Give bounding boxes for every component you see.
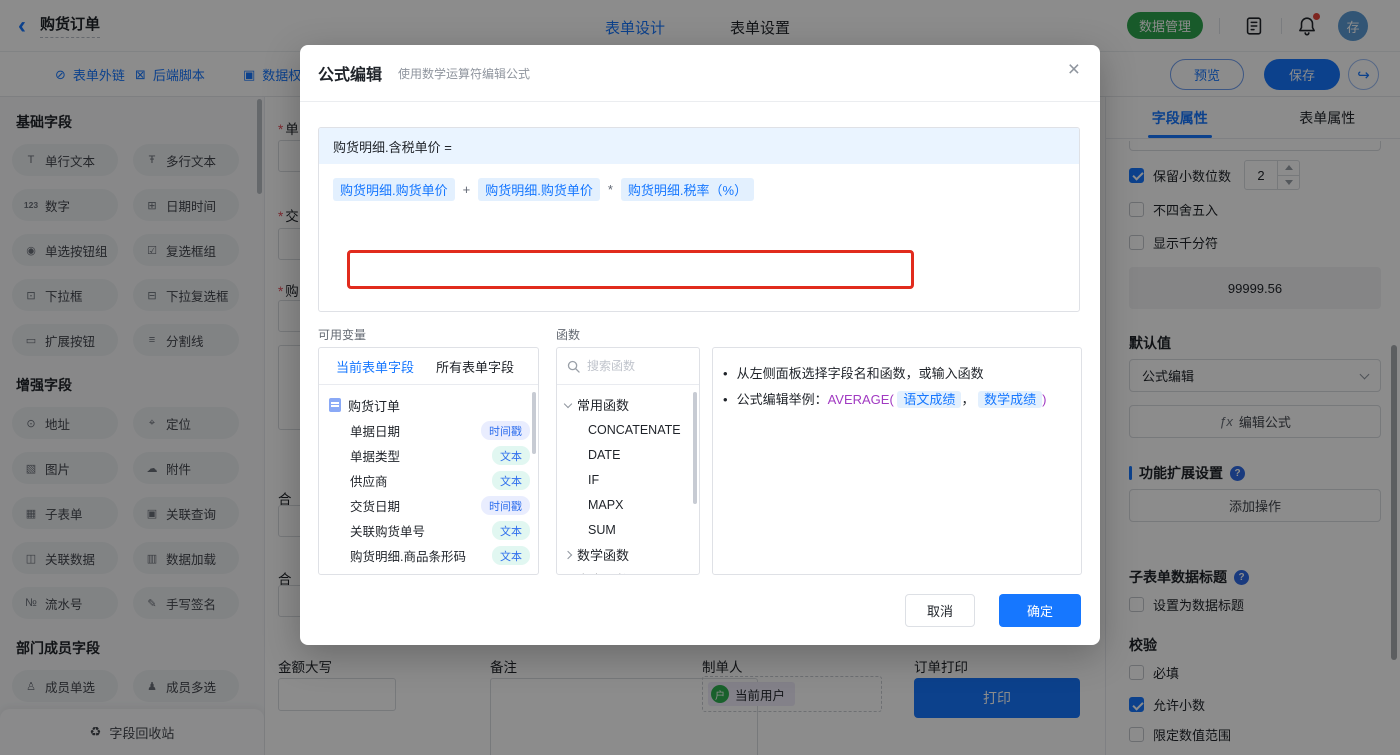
modal-subtitle: 使用数学运算符编辑公式 [398,66,531,81]
variable-name: 关联购货单号 [350,525,426,539]
variable-item[interactable]: 交货日期 时间戳 [329,493,530,518]
formula-help-panel: • 从左侧面板选择字段名和函数，或输入函数 • 公式编辑举例：AVERAGE( … [712,347,1082,575]
example-field-chip: 语文成绩 [897,391,962,408]
modal-title: 公式编辑 [318,67,383,84]
function-group-label: 文本函数 [577,570,629,574]
variables-panel: 当前表单字段 所有表单字段 购货订单 单据日期 时间戳 单据类型 文本 供应商 文本 … [318,347,539,575]
variable-item[interactable]: 单据日期 时间戳 [329,418,530,443]
function-item[interactable]: DATE [565,442,699,467]
formula-field-token[interactable]: 购货明细.税率（%） [620,178,755,201]
variable-name: 供应商 [350,475,388,489]
variable-name: 交货日期 [350,500,401,514]
variable-type-badge: 时间戳 [481,421,530,440]
formula-expression[interactable]: 购货明细.购货单价 + 购货明细.购货单价 * 购货明细.税率（%） [319,164,1079,215]
form-doc-icon [329,398,341,412]
function-group-math[interactable]: 数学函数 [563,542,699,567]
help-example-text: 公式编辑举例：AVERAGE( 语文成绩， 数学成绩) [736,391,1047,408]
confirm-button[interactable]: 确定 [999,594,1081,627]
example-field-chip: 数学成绩 [978,391,1043,408]
bullet-icon: • [723,366,728,381]
functions-panel: 常用函数 CONCATENATE DATE IF MAPX SUM 数学函数 文… [556,347,700,575]
formula-operator: + [462,182,471,197]
function-search-input[interactable] [587,359,679,373]
tab-current-form-fields[interactable]: 当前表单字段 [336,357,414,376]
function-group-text[interactable]: 文本函数 [565,567,699,574]
variable-name: 购货明细.商品条形码 [350,550,466,564]
variable-type-badge: 文本 [492,546,530,565]
variable-item[interactable]: 购货明细.商品条形码 文本 [329,543,530,568]
variable-root-label: 购货订单 [348,398,401,414]
annotation-red-box [347,250,914,289]
chevron-right-icon [563,550,573,559]
formula-field-token[interactable]: 购货明细.购货单价 [333,178,455,201]
function-group-common[interactable]: 常用函数 [563,392,699,417]
function-item[interactable]: SUM [565,517,699,542]
function-item[interactable]: MAPX [565,492,699,517]
function-group-label: 数学函数 [577,548,630,563]
tab-all-form-fields[interactable]: 所有表单字段 [436,357,514,376]
chevron-down-icon [563,399,573,408]
help-example: • 公式编辑举例：AVERAGE( 语文成绩， 数学成绩) [723,387,1071,413]
variable-name: 单据类型 [350,450,401,464]
close-icon[interactable]: × [1068,59,1080,80]
formula-target: 购货明细.含税单价 = [319,128,1079,164]
search-icon [567,360,580,373]
variables-label: 可用变量 [318,328,367,342]
help-tip: • 从左侧面板选择字段名和函数，或输入函数 [723,361,1071,387]
variables-scrollbar[interactable] [532,392,536,454]
functions-label: 函数 [556,328,581,342]
formula-operator: * [607,182,613,197]
variable-tree-root[interactable]: 购货订单 [329,392,530,418]
function-item[interactable]: IF [565,467,699,492]
functions-scrollbar[interactable] [693,392,697,504]
function-item[interactable]: CONCATENATE [565,417,699,442]
formula-editor-area[interactable]: 购货明细.含税单价 = 购货明细.购货单价 + 购货明细.购货单价 * 购货明细… [318,127,1080,312]
variable-type-badge: 文本 [492,471,530,490]
variable-type-badge: 文本 [492,521,530,540]
variable-name: 单据日期 [350,425,401,439]
variable-item[interactable]: 供应商 文本 [329,468,530,493]
variable-type-badge: 时间戳 [481,496,530,515]
function-group-label: 常用函数 [577,398,630,413]
formula-editor-modal: 公式编辑 使用数学运算符编辑公式 × 购货明细.含税单价 = 购货明细.购货单价… [300,45,1100,645]
variable-item[interactable]: 单据类型 文本 [329,443,530,468]
cancel-button[interactable]: 取消 [905,594,975,627]
function-search[interactable] [557,348,699,385]
help-tip-text: 从左侧面板选择字段名和函数，或输入函数 [736,366,984,381]
bullet-icon: • [723,392,728,407]
variable-item[interactable]: 关联购货单号 文本 [329,518,530,543]
modal-header: 公式编辑 使用数学运算符编辑公式 × [300,45,1100,102]
variable-type-badge: 文本 [492,446,530,465]
formula-field-token[interactable]: 购货明细.购货单价 [478,178,600,201]
